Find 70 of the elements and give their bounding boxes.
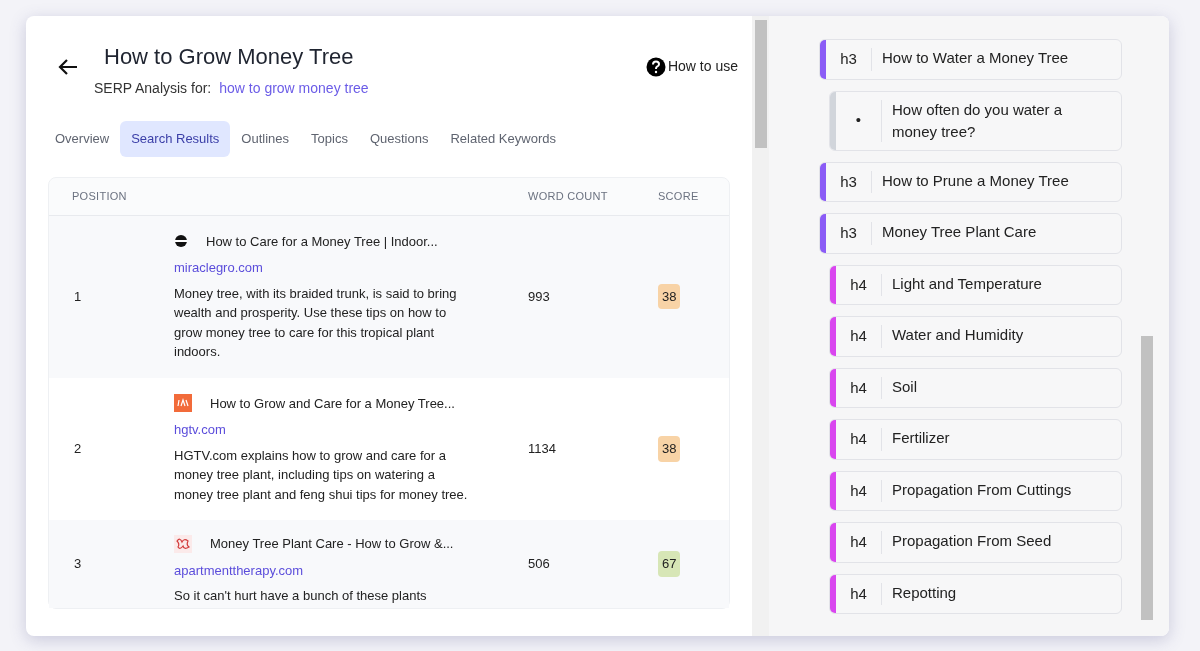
position-cell-text: 1 (74, 287, 83, 306)
tv-logo-icon (174, 394, 192, 413)
score-badge: 38 (658, 283, 681, 310)
outline-text: Repotting (891, 582, 958, 603)
score-badge: 38 (658, 436, 681, 462)
result-title: Money Tree Plant Care - How to Grow &... (210, 535, 454, 553)
squiggle-icon (174, 534, 192, 553)
word-count-cell-text: 1134 (528, 440, 557, 458)
outline-text: Water and Humidity (891, 325, 1025, 345)
serp-label: SERP Analysis for: (94, 79, 212, 98)
heading-level: h4 (836, 582, 882, 605)
tab[interactable]: Questions (358, 121, 440, 157)
outline-item[interactable]: • How often do you water a money tree? (829, 90, 1122, 151)
heading-level: h4 (836, 325, 882, 348)
heading-level: h3 (826, 222, 872, 245)
outline-item[interactable]: h4 Repotting (829, 573, 1122, 614)
outline-item[interactable]: h3 How to Prune a Money Tree (819, 161, 1122, 202)
tab[interactable]: Outlines (230, 121, 301, 157)
heading-level: h3 (826, 48, 872, 71)
outline-item[interactable]: h4 Light and Temperature (829, 264, 1122, 305)
result-description: HGTV.com explains how to grow and care for a money tree plant, including tips on watering a money tree plant and feng shui tips for money tree. (174, 446, 469, 504)
domain-link[interactable]: miraclegro.com (174, 258, 504, 278)
outline-item[interactable]: h3 How to Water a Money Tree (819, 39, 1122, 80)
heading-level: h4 (836, 376, 882, 399)
how-to-use-link[interactable]: How to use (667, 56, 738, 77)
tab[interactable]: Search Results (120, 121, 231, 157)
back-arrow-icon[interactable] (58, 58, 78, 76)
result-title: How to Care for a Money Tree | Indoor... (206, 232, 438, 251)
outline-item[interactable]: h4 Fertilizer (829, 419, 1122, 460)
outline-text: How to Water a Money Tree (881, 48, 1070, 68)
outline-text: How often do you water a money tree? (891, 99, 1064, 142)
page-title: How to Grow Money Tree (104, 43, 355, 71)
position-cell-text: 3 (74, 555, 83, 573)
outline-item[interactable]: h4 Water and Humidity (829, 316, 1122, 357)
column-header: POSITION (72, 188, 128, 204)
scrollbar[interactable] (752, 16, 769, 636)
column-header: WORD COUNT (528, 188, 609, 204)
outline-text: Soil (891, 376, 918, 397)
disc-icon (174, 234, 188, 249)
outline-text: Money Tree Plant Care (881, 222, 1038, 242)
help-icon[interactable] (645, 56, 666, 77)
column-header: SCORE (658, 188, 699, 204)
tab[interactable]: Topics (300, 121, 359, 157)
word-count-cell-text: 506 (528, 555, 551, 573)
result-description: So it can't hurt have a bunch of these plants (174, 587, 428, 605)
heading-level: h4 (836, 428, 882, 451)
tab[interactable]: Overview (44, 121, 121, 157)
outline-text: Light and Temperature (891, 273, 1043, 294)
word-count-cell-text: 993 (528, 287, 551, 306)
outline-text: Fertilizer (891, 428, 951, 448)
position-cell-text: 2 (74, 440, 83, 458)
tab[interactable]: Related Keywords (439, 121, 567, 157)
heading-level: h4 (836, 531, 882, 554)
domain-link[interactable]: hgtv.com (174, 420, 504, 440)
domain-link[interactable]: apartmenttherapy.com (174, 560, 504, 580)
heading-level: • (836, 99, 882, 142)
heading-level: h4 (836, 273, 882, 296)
outline-text: Propagation From Seed (891, 531, 1053, 551)
outline-item[interactable]: h3 Money Tree Plant Care (819, 213, 1122, 254)
keyword-link[interactable]: how to grow money tree (219, 78, 369, 99)
outline-item[interactable]: h4 Propagation From Cuttings (829, 470, 1122, 511)
heading-level: h3 (826, 170, 872, 193)
outline-text: How to Prune a Money Tree (881, 170, 1070, 191)
heading-level: h4 (836, 479, 882, 502)
result-description: Money tree, with its braided trunk, is said to bring wealth and prosperity. Use these tips on how to grow money tree to care for this tropical plant indoors. (174, 284, 458, 361)
outline-item[interactable]: h4 Propagation From Seed (829, 522, 1122, 563)
score-badge: 67 (658, 551, 681, 577)
outline-text: Propagation From Cuttings (891, 479, 1073, 500)
outline-item[interactable]: h4 Soil (829, 367, 1122, 408)
result-title: How to Grow and Care for a Money Tree... (210, 394, 455, 413)
